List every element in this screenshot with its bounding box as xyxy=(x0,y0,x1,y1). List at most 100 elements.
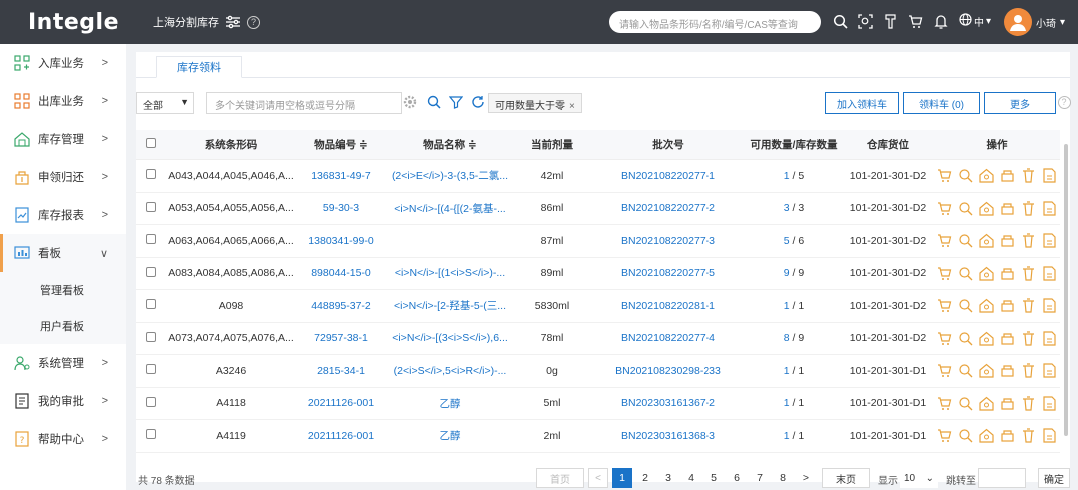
document-icon[interactable] xyxy=(1041,362,1058,379)
delete-icon[interactable] xyxy=(1020,427,1037,444)
user-menu[interactable]: 小琦 ▾ xyxy=(1004,8,1065,36)
sidebar-item-stock[interactable]: 库存管理 > xyxy=(0,120,126,158)
table-row[interactable]: A053,A054,A055,A056,A... 59-30-3 <i>N</i>-… xyxy=(136,193,1060,225)
document-icon[interactable] xyxy=(1041,200,1058,217)
row-checkbox[interactable] xyxy=(146,266,156,277)
global-search-input[interactable]: 请输入物品条形码/名称/编号/CAS等查询 xyxy=(609,11,821,33)
search-detail-icon[interactable] xyxy=(957,330,974,347)
jump-page-input[interactable] xyxy=(978,468,1026,488)
language-switcher[interactable]: 中 ▾ xyxy=(959,13,991,29)
cell-code-link[interactable]: 72957-38-1 xyxy=(296,332,386,344)
cart-icon[interactable] xyxy=(936,232,953,249)
delete-icon[interactable] xyxy=(1020,167,1037,184)
location-icon[interactable] xyxy=(978,265,995,282)
claim-cart-button[interactable]: 领料车 (0) xyxy=(903,92,980,114)
sidebar-item-system[interactable]: 系统管理 > xyxy=(0,344,126,382)
transfer-icon[interactable] xyxy=(999,232,1016,249)
cart-icon[interactable] xyxy=(936,362,953,379)
location-icon[interactable] xyxy=(978,427,995,444)
cell-name-link[interactable]: (2<i>E</i>)-3-(3,5-二氯... xyxy=(386,168,514,183)
row-checkbox[interactable] xyxy=(146,201,156,212)
cart-icon[interactable] xyxy=(907,12,924,30)
table-row[interactable]: A083,A084,A085,A086,A... 898044-15-0 <i>N<… xyxy=(136,258,1060,290)
search-detail-icon[interactable] xyxy=(957,167,974,184)
table-row[interactable]: A043,A044,A045,A046,A... 136831-49-7 (2<i>… xyxy=(136,160,1060,193)
row-checkbox[interactable] xyxy=(146,429,156,440)
sidebar-item-claim[interactable]: 申领归还 > xyxy=(0,158,126,196)
cell-code-link[interactable]: 448895-37-2 xyxy=(296,300,386,312)
cell-available[interactable]: 1 xyxy=(784,300,790,312)
cell-name-link[interactable]: 乙醇 xyxy=(386,428,514,443)
filter-settings-icon[interactable] xyxy=(225,15,241,29)
document-icon[interactable] xyxy=(1041,395,1058,412)
sidebar-item-report[interactable]: 库存报表 > xyxy=(0,196,126,234)
table-scrollbar[interactable] xyxy=(1062,130,1070,450)
cell-batch-link[interactable]: BN202108220277-5 xyxy=(590,267,746,279)
cell-available[interactable]: 1 xyxy=(784,170,790,182)
row-checkbox[interactable] xyxy=(146,396,156,407)
cell-available[interactable]: 1 xyxy=(784,365,790,377)
cell-batch-link[interactable]: BN202303161368-3 xyxy=(590,430,746,442)
row-checkbox[interactable] xyxy=(146,299,156,310)
prev-page-button[interactable]: < xyxy=(588,468,608,488)
cart-icon[interactable] xyxy=(936,265,953,282)
delete-icon[interactable] xyxy=(1020,395,1037,412)
bell-icon[interactable] xyxy=(932,12,949,30)
cell-batch-link[interactable]: BN202108220277-3 xyxy=(590,235,746,247)
cart-icon[interactable] xyxy=(936,167,953,184)
sidebar-subitem-admin-dashboard[interactable]: 管理看板 xyxy=(0,272,126,308)
active-filter-chip[interactable]: 可用数量大于零 × xyxy=(488,93,582,113)
sidebar-item-dashboard[interactable]: 看板 ∨ xyxy=(0,234,126,272)
cell-available[interactable]: 1 xyxy=(784,397,790,409)
row-checkbox[interactable] xyxy=(146,331,156,342)
location-icon[interactable] xyxy=(978,167,995,184)
close-icon[interactable]: × xyxy=(569,101,575,112)
cell-code-link[interactable]: 20211126-001 xyxy=(296,430,386,442)
scope-select[interactable]: 全部 ▼ xyxy=(136,92,194,114)
add-to-cart-button[interactable]: 加入领料车 xyxy=(825,92,899,114)
page-number-button[interactable]: 2 xyxy=(635,468,655,488)
location-icon[interactable] xyxy=(978,297,995,314)
cell-code-link[interactable]: 2815-34-1 xyxy=(296,365,386,377)
search-detail-icon[interactable] xyxy=(957,265,974,282)
last-page-button[interactable]: 末页 xyxy=(822,468,870,488)
cell-batch-link[interactable]: BN202108220277-4 xyxy=(590,332,746,344)
document-icon[interactable] xyxy=(1041,265,1058,282)
question-icon[interactable]: ? xyxy=(1056,94,1072,110)
cell-name-link[interactable]: (2<i>S</i>,5<i>R</i>)-... xyxy=(386,365,514,377)
sidebar-item-help[interactable]: ? 帮助中心 > xyxy=(0,420,126,458)
table-row[interactable]: A063,A064,A065,A066,A... 1380341-99-0 87ml… xyxy=(136,225,1060,258)
settings-gear-icon[interactable] xyxy=(402,94,418,110)
filter-funnel-icon[interactable] xyxy=(448,94,464,110)
row-checkbox[interactable] xyxy=(146,234,156,245)
cell-batch-link[interactable]: BN202108230298-233 xyxy=(590,365,746,377)
search-detail-icon[interactable] xyxy=(957,200,974,217)
cart-icon[interactable] xyxy=(936,395,953,412)
app-logo[interactable]: Integle xyxy=(28,10,148,35)
first-page-button[interactable]: 首页 xyxy=(536,468,584,488)
cell-code-link[interactable]: 136831-49-7 xyxy=(296,170,386,182)
sidebar-item-inbound[interactable]: 入库业务 > xyxy=(0,44,126,82)
table-row[interactable]: A073,A074,A075,A076,A... 72957-38-1 <i>N</… xyxy=(136,323,1060,355)
page-number-button[interactable]: 8 xyxy=(773,468,793,488)
location-icon[interactable] xyxy=(978,200,995,217)
tool-icon[interactable] xyxy=(882,12,899,30)
cell-code-link[interactable]: 59-30-3 xyxy=(296,202,386,214)
scrollbar-thumb[interactable] xyxy=(1064,144,1068,436)
table-row[interactable]: A4119 20211126-001 乙醇 2ml BN202303161368-3 1 … xyxy=(136,420,1060,453)
table-row[interactable]: A3246 2815-34-1 (2<i>S</i>,5<i>R</i>)-... 0… xyxy=(136,355,1060,388)
cell-code-link[interactable]: 898044-15-0 xyxy=(296,267,386,279)
location-icon[interactable] xyxy=(978,395,995,412)
cart-icon[interactable] xyxy=(936,330,953,347)
cell-batch-link[interactable]: BN202108220277-1 xyxy=(590,170,746,182)
page-number-button[interactable]: 1 xyxy=(612,468,632,488)
search-detail-icon[interactable] xyxy=(957,427,974,444)
cell-batch-link[interactable]: BN202108220281-1 xyxy=(590,300,746,312)
cart-icon[interactable] xyxy=(936,297,953,314)
delete-icon[interactable] xyxy=(1020,330,1037,347)
search-detail-icon[interactable] xyxy=(957,297,974,314)
table-row[interactable]: A098 448895-37-2 <i>N</i>-[2-羟基-5-(三... 583… xyxy=(136,290,1060,323)
page-number-button[interactable]: 5 xyxy=(704,468,724,488)
cart-icon[interactable] xyxy=(936,427,953,444)
confirm-jump-button[interactable]: 确定 xyxy=(1038,468,1070,488)
